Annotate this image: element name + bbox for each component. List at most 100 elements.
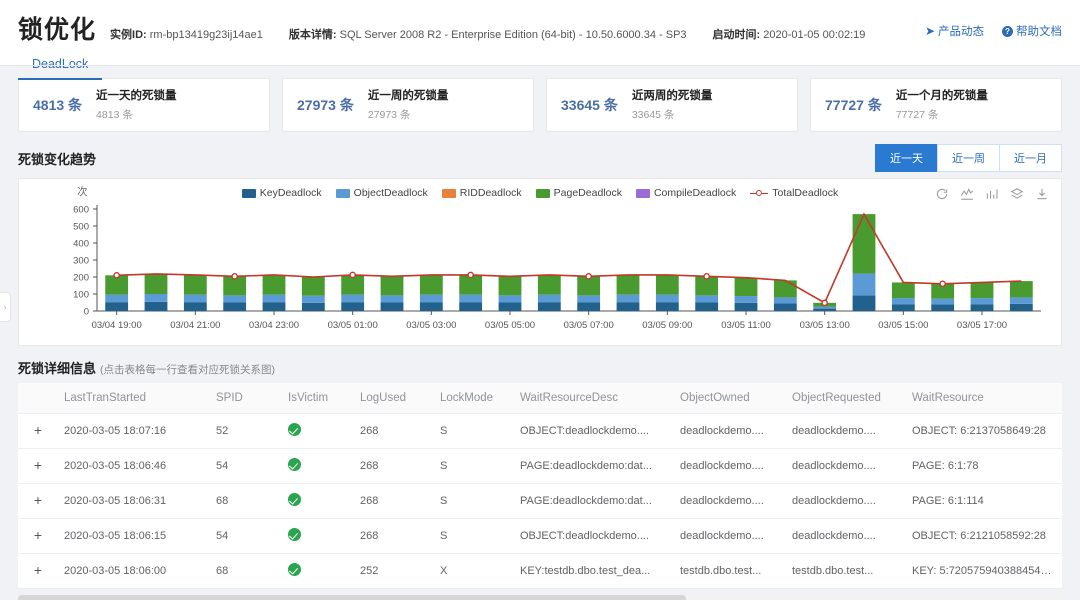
cell-waitresource: KEY: 5:72057594038845440 (8194443284a xyxy=(906,553,1062,589)
detail-title: 死锁详细信息 xyxy=(18,361,97,376)
stat-card-month: 77727 条 近一个月的死锁量 77727 条 xyxy=(810,78,1062,132)
range-button-day[interactable]: 近一天 xyxy=(875,144,937,172)
svg-text:300: 300 xyxy=(73,256,89,267)
svg-text:03/05 11:00: 03/05 11:00 xyxy=(721,320,770,331)
stat-body: 近两周的死锁量 33645 条 xyxy=(632,89,713,122)
instance-meta: 实例ID: rm-bp13419g23ij14ae1 xyxy=(110,26,263,42)
table-row[interactable]: +2020-03-05 18:07:16 52 268 S OBJECT:deadloc… xyxy=(18,413,1062,449)
cell-waitresource: OBJECT: 6:2137058649:28 xyxy=(906,413,1062,449)
help-icon: ? xyxy=(1002,25,1013,37)
page-title: 锁优化 xyxy=(18,16,97,44)
expand-row-icon[interactable]: + xyxy=(34,527,42,543)
cell-isvictim xyxy=(282,483,354,519)
cell-waitresourcedesc: KEY:testdb.dbo.test_dea... xyxy=(514,553,674,589)
stat-card-two-weeks: 33645 条 近两周的死锁量 33645 条 xyxy=(546,78,798,132)
cell-objectowned: testdb.dbo.test... xyxy=(674,553,786,589)
trend-chart-card: KeyDeadlock ObjectDeadlock RIDDeadlock Page… xyxy=(18,178,1062,346)
svg-text:03/05 09:00: 03/05 09:00 xyxy=(642,320,692,331)
deadlock-trend-chart: 0 100 200 300 400 500 600 03/04 19:00 03/04 21:0… xyxy=(73,205,1041,331)
trend-section-header: 死锁变化趋势 近一天 近一周 近一月 xyxy=(0,132,1080,178)
svg-text:03/05 13:00: 03/05 13:00 xyxy=(800,320,850,331)
tab-deadlock[interactable]: DeadLock xyxy=(18,52,103,80)
expand-row-icon[interactable]: + xyxy=(34,457,42,473)
product-news-link[interactable]: ➤ 产品动态 xyxy=(925,23,984,39)
stat-value: 33645 条 xyxy=(561,97,618,113)
cell-spid: 52 xyxy=(210,413,282,449)
cell-objectrequested: deadlockdemo.... xyxy=(786,518,906,554)
cell-spid: 54 xyxy=(210,448,282,484)
svg-text:100: 100 xyxy=(73,290,89,301)
help-doc-label: 帮助文档 xyxy=(1016,26,1062,38)
table-body: +2020-03-05 18:07:16 52 268 S OBJECT:deadloc… xyxy=(18,413,1062,589)
cell-objectowned: deadlockdemo.... xyxy=(674,518,786,554)
cell-expand[interactable]: + xyxy=(18,413,58,449)
col-last-tran-started: LastTranStarted xyxy=(58,383,210,414)
instance-id: rm-bp13419g23ij14ae1 xyxy=(149,29,263,41)
cell-expand[interactable]: + xyxy=(18,518,58,554)
cell-waitresourcedesc: PAGE:deadlockdemo:dat... xyxy=(514,483,674,519)
sidebar-collapse-handle[interactable]: › xyxy=(0,292,11,322)
tab-divider xyxy=(0,65,1080,66)
table-row[interactable]: +2020-03-05 18:06:00 68 252 X KEY:testdb.dbo… xyxy=(18,553,1062,589)
expand-row-icon[interactable]: + xyxy=(34,492,42,508)
deadlock-dashboard-page: 锁优化 实例ID: rm-bp13419g23ij14ae1 版本详情: SQL… xyxy=(0,0,1080,600)
cell-lockmode: X xyxy=(434,553,514,589)
cell-waitresource: PAGE: 6:1:78 xyxy=(906,448,1062,484)
starttime-value: 2020-01-05 00:02:19 xyxy=(763,29,866,41)
instance-label: 实例ID: xyxy=(110,29,147,41)
range-toggle-group: 近一天 近一周 近一月 xyxy=(875,144,1062,172)
col-lockmode: LockMode xyxy=(434,383,514,414)
cell-last-tran-started: 2020-03-05 18:07:16 xyxy=(58,413,210,449)
col-objectowned: ObjectOwned xyxy=(674,383,786,414)
table-row[interactable]: +2020-03-05 18:06:31 68 268 S PAGE:deadlockd… xyxy=(18,483,1062,519)
range-button-month[interactable]: 近一月 xyxy=(999,144,1062,172)
header-actions: ➤ 产品动态 ? 帮助文档 xyxy=(925,23,1062,39)
cell-lockmode: S xyxy=(434,518,514,554)
help-doc-link[interactable]: ? 帮助文档 xyxy=(1002,23,1062,39)
svg-text:03/04 21:00: 03/04 21:00 xyxy=(170,320,220,331)
cell-expand[interactable]: + xyxy=(18,553,58,589)
table-row[interactable]: +2020-03-05 18:06:15 54 268 S OBJECT:deadloc… xyxy=(18,518,1062,554)
cell-objectrequested: deadlockdemo.... xyxy=(786,413,906,449)
expand-row-icon[interactable]: + xyxy=(34,422,42,438)
detail-hint: (点击表格每一行查看对应死锁关系图) xyxy=(100,364,276,376)
cell-logused: 268 xyxy=(354,518,434,554)
col-waitresourcedesc: WaitResourceDesc xyxy=(514,383,674,414)
svg-text:200: 200 xyxy=(73,273,89,284)
cell-waitresourcedesc: OBJECT:deadlockdemo.... xyxy=(514,413,674,449)
table-row[interactable]: +2020-03-05 18:06:46 54 268 S PAGE:deadlockd… xyxy=(18,448,1062,484)
cell-objectrequested: deadlockdemo.... xyxy=(786,483,906,519)
cell-isvictim xyxy=(282,448,354,484)
stat-body: 近一天的死锁量 4813 条 xyxy=(96,89,177,122)
cell-last-tran-started: 2020-03-05 18:06:15 xyxy=(58,518,210,554)
stat-label: 近一天的死锁量 xyxy=(96,89,177,102)
product-news-label: 产品动态 xyxy=(938,26,984,38)
detail-section-header: 死锁详细信息 (点击表格每一行查看对应死锁关系图) xyxy=(0,346,1080,383)
cell-waitresourcedesc: PAGE:deadlockdemo:dat... xyxy=(514,448,674,484)
trend-title: 死锁变化趋势 xyxy=(18,151,97,167)
range-button-week[interactable]: 近一周 xyxy=(937,144,999,172)
cell-logused: 268 xyxy=(354,448,434,484)
col-waitresource: WaitResource xyxy=(906,383,1062,414)
cell-logused: 268 xyxy=(354,413,434,449)
stat-sub: 4813 条 xyxy=(96,108,133,121)
col-logused: LogUsed xyxy=(354,383,434,414)
cell-isvictim xyxy=(282,553,354,589)
svg-text:03/05 07:00: 03/05 07:00 xyxy=(564,320,614,331)
stat-sub: 77727 条 xyxy=(895,108,939,121)
scrollbar-thumb[interactable] xyxy=(18,595,687,600)
tab-bar: DeadLock xyxy=(18,52,1062,80)
stat-sub: 33645 条 xyxy=(631,108,675,121)
col-objectrequested: ObjectRequested xyxy=(786,383,906,414)
cell-objectowned: deadlockdemo.... xyxy=(674,413,786,449)
cell-waitresourcedesc: OBJECT:deadlockdemo.... xyxy=(514,518,674,554)
svg-text:03/04 23:00: 03/04 23:00 xyxy=(249,320,299,331)
cell-expand[interactable]: + xyxy=(18,448,58,484)
svg-text:03/04 19:00: 03/04 19:00 xyxy=(92,320,142,331)
cell-expand[interactable]: + xyxy=(18,483,58,519)
cell-logused: 268 xyxy=(354,483,434,519)
expand-row-icon[interactable]: + xyxy=(34,562,42,578)
svg-text:600: 600 xyxy=(73,205,89,216)
table-horizontal-scrollbar[interactable] xyxy=(18,595,1062,600)
check-circle-icon xyxy=(288,493,301,506)
